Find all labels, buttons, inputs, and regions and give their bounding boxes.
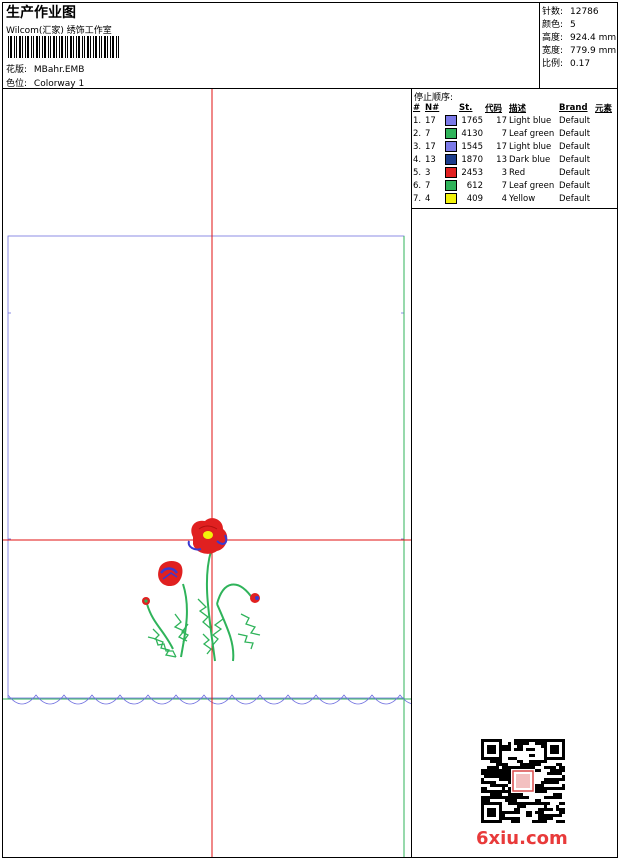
cell-brand: Default <box>559 141 591 152</box>
watermark-text: 6xiu.com <box>476 828 568 849</box>
cell-n: 17 <box>425 115 436 126</box>
cell-code: 17 <box>496 115 507 126</box>
cell-idx: 1. <box>413 115 422 126</box>
color-swatch <box>445 115 457 126</box>
cell-idx: 2. <box>413 128 422 139</box>
stat-height: 高度: 924.4 mm <box>542 33 617 43</box>
frame-ticks <box>8 312 404 540</box>
cell-idx: 4. <box>413 154 422 165</box>
table-row: 4. 13 1870 13 Dark blue Default <box>412 153 613 166</box>
cell-n: 7 <box>425 180 431 191</box>
cell-n: 4 <box>425 193 431 204</box>
color-swatch <box>445 180 457 191</box>
design-label: 花版: <box>6 65 28 75</box>
header-vertical-divider <box>539 2 540 88</box>
table-bottom-divider <box>411 208 618 209</box>
cell-code: 3 <box>501 167 507 178</box>
table-row: 2. 7 4130 7 Leaf green Default <box>412 127 613 140</box>
design-value: MBahr.EMB <box>33 65 85 75</box>
table-row: 6. 7 612 7 Leaf green Default <box>412 179 613 192</box>
cell-st: 1545 <box>461 141 483 152</box>
hoop-frame <box>7 235 405 699</box>
cell-code: 4 <box>501 193 507 204</box>
cell-brand: Default <box>559 115 591 126</box>
page-title: 生产作业图 <box>6 5 76 21</box>
cell-n: 13 <box>425 154 436 165</box>
cell-brand: Default <box>559 167 591 178</box>
main-poppy <box>187 518 228 554</box>
barcode-icon <box>8 36 119 58</box>
table-row: 1. 17 1765 17 Light blue Default <box>412 114 613 127</box>
cell-code: 13 <box>496 154 507 165</box>
cell-n: 3 <box>425 167 431 178</box>
qr-code-icon <box>481 739 565 823</box>
cell-st: 612 <box>466 180 483 191</box>
cell-st: 1765 <box>461 115 483 126</box>
cell-idx: 6. <box>413 180 422 191</box>
stat-colors: 颜色: 5 <box>542 20 576 30</box>
colorway-label: 色位: <box>6 79 28 89</box>
cell-desc: Leaf green <box>509 128 555 139</box>
cell-desc: Light blue <box>509 141 552 152</box>
col-header-description: 描述 <box>509 103 527 114</box>
col-header-element: 元素 <box>595 103 613 114</box>
cell-st: 409 <box>466 193 483 204</box>
table-row: 7. 4 409 4 Yellow Default <box>412 192 613 205</box>
stat-width: 宽度: 779.9 mm <box>542 46 617 56</box>
design-canvas <box>3 89 411 857</box>
cell-code: 7 <box>501 128 507 139</box>
table-header-row: # N# St. 代码 描述 Brand 元素 <box>412 101 613 114</box>
studio-subtitle: Wilcom(汇家) 绣饰工作室 <box>6 26 112 36</box>
col-header-index: # <box>413 102 421 113</box>
col-header-code: 代码 <box>485 103 503 114</box>
cell-code: 17 <box>496 141 507 152</box>
left-poppy <box>158 561 183 587</box>
cell-st: 1870 <box>461 154 483 165</box>
cell-idx: 3. <box>413 141 422 152</box>
cell-brand: Default <box>559 180 591 191</box>
color-swatch <box>445 167 457 178</box>
cell-code: 7 <box>501 180 507 191</box>
cell-st: 2453 <box>461 167 483 178</box>
colorway-row: 色位: Colorway 1 <box>6 76 84 89</box>
cell-brand: Default <box>559 193 591 204</box>
leaves <box>147 598 261 658</box>
stat-stitches: 针数: 12786 <box>542 7 599 17</box>
cell-desc: Red <box>509 167 526 178</box>
cell-desc: Leaf green <box>509 180 555 191</box>
cell-idx: 7. <box>413 193 422 204</box>
design-row: 花版: MBahr.EMB <box>6 62 84 75</box>
table-row: 3. 17 1545 17 Light blue Default <box>412 140 613 153</box>
cell-desc: Yellow <box>509 193 536 204</box>
cell-desc: Dark blue <box>509 154 551 165</box>
col-header-brand: Brand <box>559 102 588 113</box>
cell-n: 17 <box>425 141 436 152</box>
colorway-value: Colorway 1 <box>33 79 85 89</box>
cell-n: 7 <box>425 128 431 139</box>
stat-scale: 比例: 0.17 <box>542 59 591 69</box>
cell-desc: Light blue <box>509 115 552 126</box>
color-swatch <box>445 141 457 152</box>
stats-panel: 针数: 12786 颜色: 5 高度: 924.4 mm 宽度: 779.9 mm 比例… <box>542 6 616 71</box>
cell-st: 4130 <box>461 128 483 139</box>
color-sequence-table: # N# St. 代码 描述 Brand 元素 1. 17 1765 17 Light … <box>412 101 613 205</box>
cell-brand: Default <box>559 154 591 165</box>
table-row: 5. 3 2453 3 Red Default <box>412 166 613 179</box>
col-header-needle: N# <box>425 102 440 113</box>
color-swatch <box>445 193 457 204</box>
color-swatch <box>445 154 457 165</box>
col-header-stitches: St. <box>459 102 473 113</box>
color-swatch <box>445 128 457 139</box>
cell-idx: 5. <box>413 167 422 178</box>
cell-brand: Default <box>559 128 591 139</box>
